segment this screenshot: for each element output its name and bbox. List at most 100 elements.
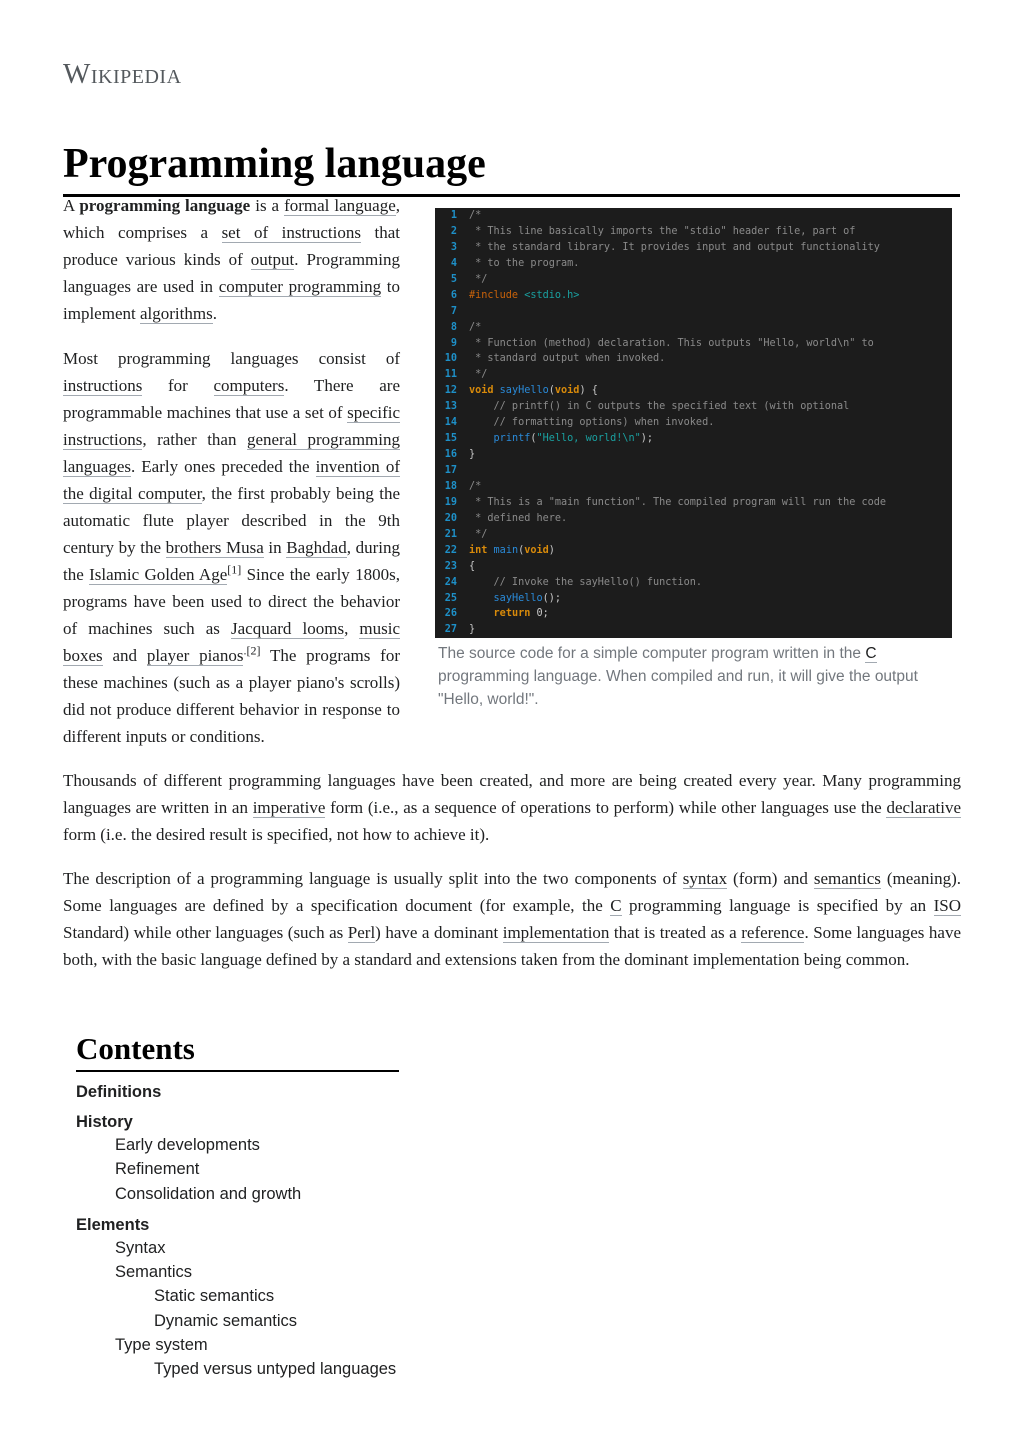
wiki-link[interactable]: set of instructions bbox=[221, 223, 361, 243]
wiki-link[interactable]: declarative bbox=[886, 798, 961, 818]
line-number: 6 bbox=[450, 289, 457, 301]
code-line: 24 // Invoke the sayHello() function. bbox=[435, 575, 952, 591]
toc-item[interactable]: Syntax bbox=[76, 1236, 406, 1260]
wiki-link[interactable]: Islamic Golden Age bbox=[89, 565, 228, 585]
citation-ref[interactable]: .[2] bbox=[243, 643, 260, 657]
line-number: 27 bbox=[444, 624, 457, 636]
code-line: 3 * the standard library. It provides in… bbox=[435, 240, 952, 256]
toc-item[interactable]: Definitions bbox=[76, 1081, 406, 1103]
wiki-link[interactable]: computer programming bbox=[218, 277, 382, 297]
text-run: (form) and bbox=[727, 869, 814, 888]
code-line: 7 bbox=[435, 304, 952, 320]
code-token: #include bbox=[469, 289, 525, 301]
line-number: 18 bbox=[444, 480, 457, 492]
code-token: return bbox=[493, 608, 537, 620]
line-number: 19 bbox=[444, 496, 457, 508]
wiki-link[interactable]: C bbox=[865, 645, 877, 663]
code-line: 12 void sayHello(void) { bbox=[435, 383, 952, 399]
text-run: in bbox=[263, 538, 287, 557]
toc-item[interactable]: Early developments bbox=[76, 1133, 406, 1157]
toc-list: Definitions History Early developments Refi… bbox=[76, 1081, 406, 1382]
line-number: 24 bbox=[444, 576, 457, 588]
toc-item[interactable]: History bbox=[76, 1111, 406, 1133]
code-line: 9 * Function (method) declaration. This … bbox=[435, 336, 952, 352]
wiki-link[interactable]: player pianos bbox=[146, 646, 244, 666]
intro-paragraph-2: Most programming languages consist of in… bbox=[63, 345, 400, 750]
code-token: * This line basically imports the "stdio… bbox=[469, 225, 856, 237]
wiki-link[interactable]: implementation bbox=[502, 923, 610, 943]
toc-spacer bbox=[76, 1206, 406, 1214]
line-number: 7 bbox=[450, 305, 457, 317]
code-token: void bbox=[469, 385, 500, 397]
paragraph-3: Thousands of different programming langu… bbox=[63, 767, 961, 848]
contents-heading: Contents bbox=[76, 1030, 399, 1072]
line-number: 4 bbox=[450, 257, 457, 269]
line-number: 1 bbox=[450, 210, 457, 221]
wiki-link[interactable]: brothers Musa bbox=[165, 538, 264, 558]
wiki-link[interactable]: computers bbox=[213, 376, 285, 396]
toc-item[interactable]: Elements bbox=[76, 1214, 406, 1236]
table-of-contents: Contents Definitions History Early develop… bbox=[76, 1030, 406, 1382]
wiki-link[interactable]: ISO bbox=[933, 896, 961, 916]
code-token: * the standard library. It provides inpu… bbox=[469, 241, 880, 253]
line-number: 16 bbox=[444, 449, 457, 461]
code-line: 26 return 0; bbox=[435, 606, 952, 622]
line-number: 21 bbox=[444, 528, 457, 540]
text-run: programming language. When compiled and … bbox=[438, 668, 918, 708]
code-token: main bbox=[493, 544, 519, 556]
wiki-link[interactable]: syntax bbox=[682, 869, 728, 889]
wiki-link[interactable]: Baghdad bbox=[286, 538, 347, 558]
code-line: 11 */ bbox=[435, 367, 952, 383]
code-line: 5 */ bbox=[435, 272, 952, 288]
wiki-link[interactable]: C bbox=[610, 896, 622, 916]
line-number: 2 bbox=[450, 225, 457, 237]
toc-item[interactable]: Semantics bbox=[76, 1260, 406, 1284]
wikipedia-wordmark[interactable]: Wikipedia bbox=[63, 58, 182, 91]
text-run: is a bbox=[250, 196, 285, 215]
toc-item[interactable]: Typed versus untyped languages bbox=[76, 1357, 406, 1381]
line-number: 5 bbox=[450, 273, 457, 285]
code-line: 10 * standard output when invoked. bbox=[435, 351, 952, 367]
code-token: } bbox=[469, 449, 476, 461]
wiki-link[interactable]: Jacquard looms bbox=[231, 619, 345, 639]
wiki-link[interactable]: reference bbox=[741, 923, 805, 943]
toc-item[interactable]: Consolidation and growth bbox=[76, 1182, 406, 1206]
line-number: 13 bbox=[444, 401, 457, 413]
toc-item[interactable]: Type system bbox=[76, 1333, 406, 1357]
wiki-link[interactable]: output bbox=[250, 250, 295, 270]
wiki-link[interactable]: formal language bbox=[284, 196, 396, 216]
text-run: , rather than bbox=[142, 430, 247, 449]
code-token: * to the program. bbox=[469, 257, 580, 269]
text-run: programming language is specified by an bbox=[621, 896, 934, 915]
toc-item[interactable]: Dynamic semantics bbox=[76, 1309, 406, 1333]
wiki-link[interactable]: semantics bbox=[813, 869, 881, 889]
toc-item[interactable]: Refinement bbox=[76, 1157, 406, 1181]
wiki-link[interactable]: Perl bbox=[347, 923, 376, 943]
line-number: 3 bbox=[450, 241, 457, 253]
wiki-link[interactable]: algorithms bbox=[139, 304, 213, 324]
code-token: /* bbox=[469, 321, 482, 333]
wiki-link[interactable]: imperative bbox=[252, 798, 326, 818]
text-run: for bbox=[142, 376, 214, 395]
code-token: * This is a "main function". The compile… bbox=[469, 496, 887, 508]
code-token: void bbox=[554, 385, 580, 397]
code-line: 23 { bbox=[435, 559, 952, 575]
text-run: and bbox=[102, 646, 147, 665]
code-token: void bbox=[524, 544, 549, 556]
toc-item[interactable]: Static semantics bbox=[76, 1284, 406, 1308]
code-token: ) { bbox=[579, 385, 598, 397]
code-line: 19 * This is a "main function". The comp… bbox=[435, 495, 952, 511]
wiki-link[interactable]: instructions bbox=[63, 376, 143, 396]
citation-ref[interactable]: [1] bbox=[227, 562, 241, 576]
code-token: "Hello, world!\n" bbox=[536, 433, 641, 445]
line-number: 14 bbox=[444, 417, 457, 429]
page-title: Programming language bbox=[63, 140, 960, 198]
code-line: 15 printf("Hello, world!\n"); bbox=[435, 431, 952, 447]
line-number: 8 bbox=[450, 321, 457, 333]
code-line: 4 * to the program. bbox=[435, 256, 952, 272]
code-token: * Function (method) declaration. This ou… bbox=[469, 337, 874, 349]
code-line: 22 int main(void) bbox=[435, 543, 952, 559]
code-line: 2 * This line basically imports the "std… bbox=[435, 224, 952, 240]
line-number: 17 bbox=[444, 465, 457, 476]
